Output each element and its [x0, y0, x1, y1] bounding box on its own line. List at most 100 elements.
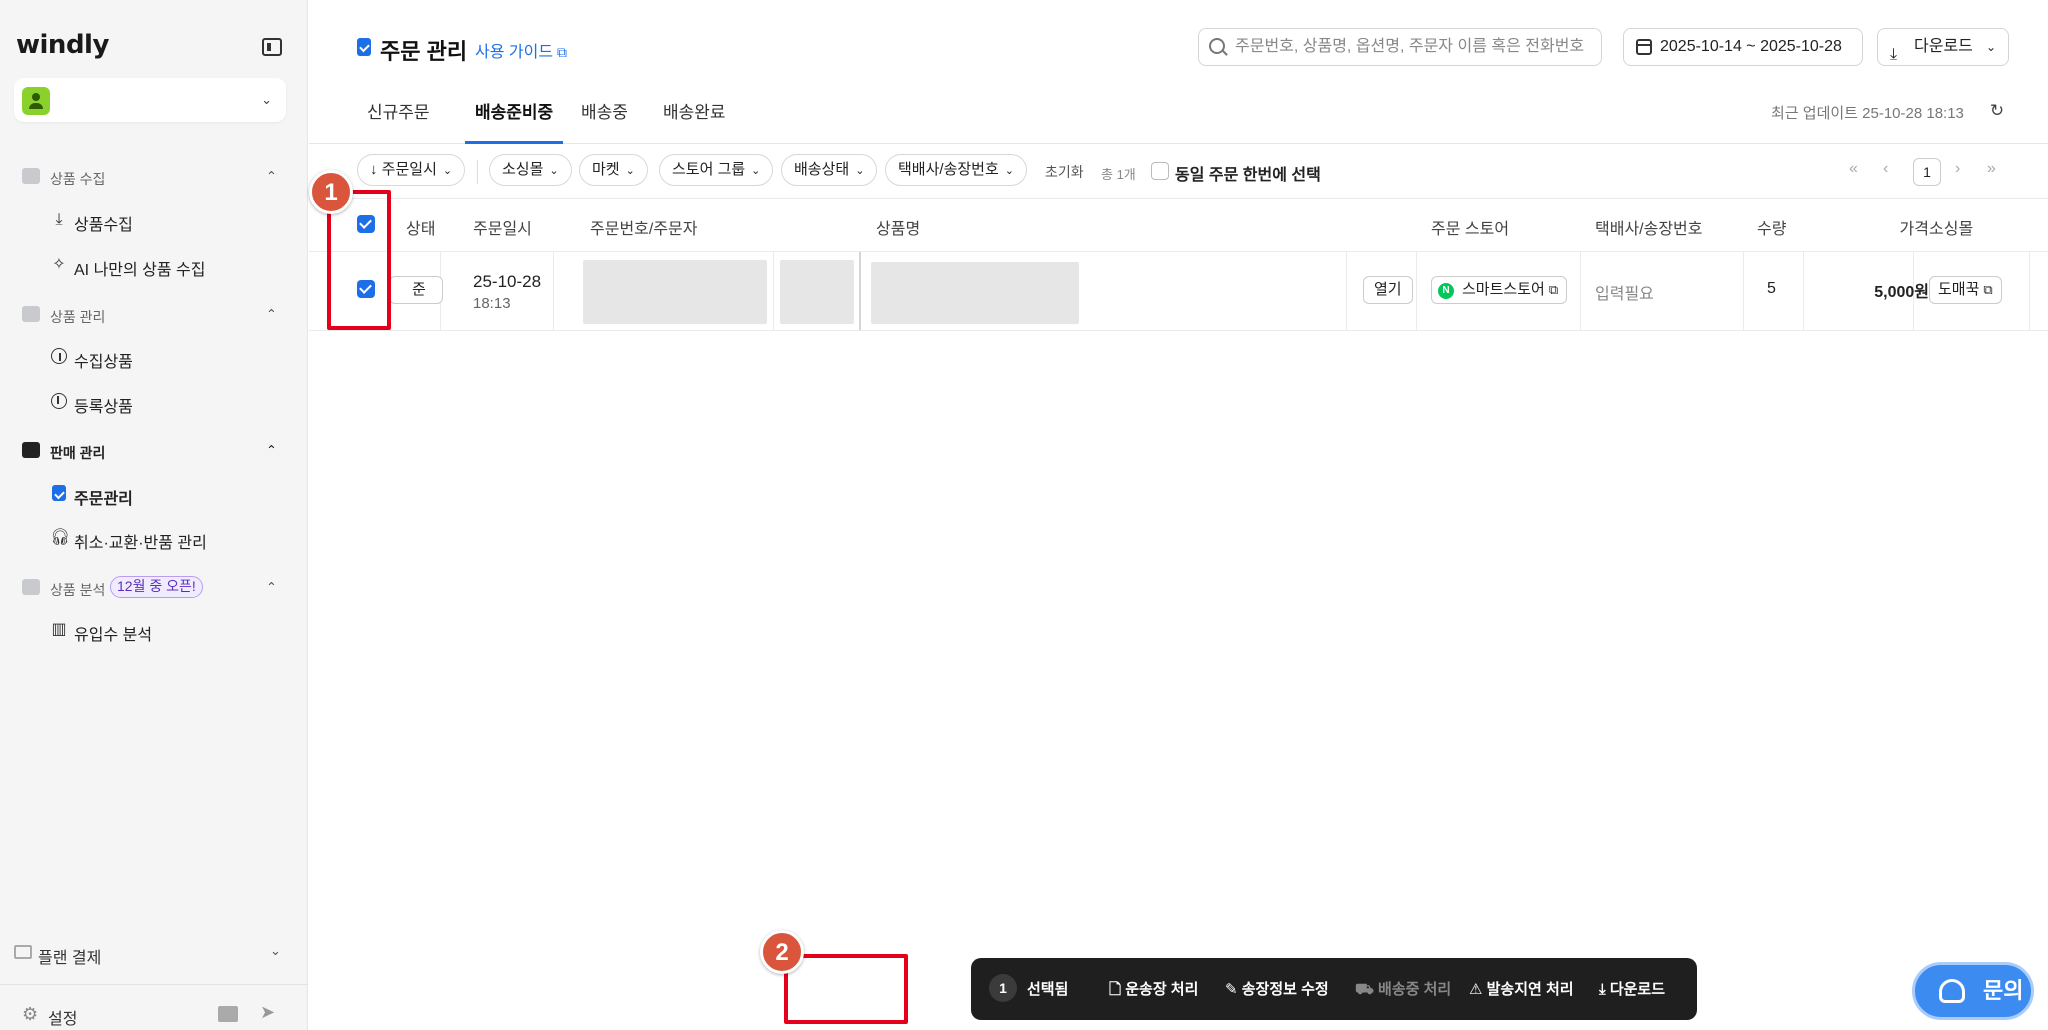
gift-icon	[22, 306, 40, 322]
chevron-down-icon: ⌄	[549, 165, 559, 177]
last-page-icon[interactable]: »	[1987, 160, 1996, 178]
sidebar-item-collected[interactable]: 수집상품	[0, 340, 308, 374]
filter-sourcing-mall[interactable]: 소싱몰 ⌄	[489, 154, 572, 186]
bulk-download-button[interactable]: ⤓ 다운로드	[1599, 978, 1665, 999]
same-order-label[interactable]: 동일 주문 한번에 선택	[1175, 161, 1321, 185]
filter-store-group[interactable]: 스토어 그룹 ⌄	[659, 154, 774, 186]
sidebar-item-label: 유입수 분석	[74, 627, 153, 644]
headset-icon: 🎧︎	[50, 529, 71, 546]
col-courier: 택배사/송장번호	[1595, 221, 1703, 238]
settings-link[interactable]: 설정	[48, 1005, 77, 1029]
chevron-down-icon: ⌄	[751, 165, 761, 177]
chevron-down-icon: ⌄	[625, 165, 635, 177]
tab-shipping[interactable]: 배송중	[581, 98, 628, 144]
tracking-status: 입력필요	[1595, 286, 1654, 303]
sort-order-date[interactable]: ↓ 주문일시 ⌄	[357, 154, 466, 186]
delay-label: 발송지연 처리	[1486, 981, 1574, 998]
prev-page-icon[interactable]: ‹	[1883, 160, 1888, 178]
plan-payment[interactable]: 플랜 결제 ⌄	[0, 938, 308, 968]
box-icon	[22, 168, 40, 184]
delay-button[interactable]: ⚠ 발송지연 처리	[1469, 978, 1574, 999]
reset-button[interactable]: 초기화	[1045, 162, 1084, 182]
store-label: 스마트스토어	[1462, 281, 1545, 298]
inquiry-button[interactable]: 문의	[1912, 962, 2034, 1020]
store-link[interactable]: N 스마트스토어 ⧉	[1431, 276, 1568, 304]
col-order-date: 주문일시	[473, 221, 532, 238]
bulk-action-bar: 1 선택됨 🗋 운송장 처리 ✎ 송장정보 수정 ⛟ 배송중 처리 ⚠ 발송지연…	[971, 958, 1697, 1020]
avatar	[22, 87, 50, 115]
tab-preparing[interactable]: 배송준비중	[465, 98, 564, 144]
status-badge: 준비	[389, 276, 443, 304]
nav-section-label: 상품 분석	[50, 582, 106, 598]
sidebar-item-returns[interactable]: 🎧︎ 취소·교환·반품 관리	[0, 521, 308, 555]
sidebar-collapse-icon[interactable]	[262, 38, 282, 56]
filter-label: 마켓	[592, 161, 620, 178]
filter-courier[interactable]: 택배사/송장번호 ⌄	[885, 154, 1027, 186]
workspace-selector[interactable]: ⌄	[14, 78, 286, 122]
waybill-button[interactable]: 🗋 운송장 처리	[1109, 978, 1198, 1004]
table-header: 상태 주문일시 주문번호/주문자 상품명 주문 스토어 택배사/송장번호 수량 …	[309, 198, 2048, 252]
waybill-label: 운송장 처리	[1125, 981, 1199, 998]
filter-bar: ↓ 주문일시 ⌄ 소싱몰 ⌄ 마켓 ⌄ 스토어 그룹 ⌄ 배송상태 ⌄ 택배사/송장번호 ⌄…	[309, 150, 2048, 194]
edit-invoice-button[interactable]: ✎ 송장정보 수정	[1225, 978, 1329, 999]
sidebar-item-label: 상품수집	[74, 217, 133, 234]
search-input[interactable]	[1235, 35, 1595, 59]
sidebar-item-label: 주문관리	[74, 491, 133, 508]
send-icon[interactable]: ➤	[260, 1002, 275, 1023]
refresh-icon[interactable]: ↻	[1983, 98, 2011, 124]
search-box	[1198, 28, 1602, 66]
open-button[interactable]: 열기	[1363, 276, 1413, 304]
external-link-icon: ⧉	[1983, 282, 1993, 297]
guide-link[interactable]: 사용 가이드 ⧉	[475, 38, 567, 62]
highlight-box-waybill	[784, 954, 908, 1024]
coming-soon-badge: 12월 중 오픈!	[110, 576, 203, 598]
book-icon[interactable]	[218, 1006, 238, 1022]
headset-icon	[1939, 979, 1965, 1003]
chevron-up-icon: ⌄	[266, 168, 277, 183]
naver-icon: N	[1438, 283, 1454, 299]
nav-section-label: 판매 관리	[50, 445, 106, 461]
sidebar-item-orders[interactable]: 주문관리	[0, 477, 308, 511]
date-range-button[interactable]: 2025-10-14 ~ 2025-10-28	[1623, 28, 1863, 66]
col-product-name: 상품명	[876, 221, 921, 238]
next-page-icon[interactable]: ›	[1955, 160, 1960, 178]
guide-label: 사용 가이드	[475, 44, 554, 61]
sidebar-item-traffic[interactable]: ▥ 유입수 분석	[0, 613, 308, 647]
first-page-icon[interactable]: «	[1849, 160, 1858, 178]
sidebar-item-registered[interactable]: 등록상품	[0, 385, 308, 419]
inquiry-label: 문의	[1983, 978, 2024, 1003]
gear-icon[interactable]: ⚙	[22, 1004, 38, 1025]
sourcing-mall-link[interactable]: 도매꾹 ⧉	[1929, 276, 2002, 304]
col-quantity: 수량	[1757, 221, 1787, 238]
filter-market[interactable]: 마켓 ⌄	[579, 154, 648, 186]
step-marker-2: 2	[760, 930, 804, 974]
same-order-checkbox[interactable]	[1151, 162, 1169, 180]
nav-section-product[interactable]: 상품 관리 ⌄	[0, 300, 308, 330]
filter-label: 택배사/송장번호	[898, 161, 999, 178]
chevron-up-icon: ⌄	[266, 442, 277, 457]
filter-delivery-status[interactable]: 배송상태 ⌄	[781, 154, 878, 186]
nav-section-sales[interactable]: 판매 관리 ⌄	[0, 436, 308, 466]
chevron-up-icon: ⌄	[266, 579, 277, 594]
tab-new-orders[interactable]: 신규주문	[367, 98, 430, 144]
mall-label: 도매꾹	[1938, 281, 1980, 298]
download-dropdown[interactable]: ⤓ 다운로드 ⌄	[1877, 28, 2009, 66]
filter-label: 스토어 그룹	[672, 161, 746, 178]
table-row[interactable]: 준비 25-10-28 18:13 열기 N 스마트스토어⧉ 입력필요 5 5,…	[309, 252, 2048, 331]
calendar-icon	[1636, 39, 1652, 55]
mark-shipping-button[interactable]: ⛟ 배송중 처리	[1355, 978, 1451, 1000]
page-number[interactable]: 1	[1913, 158, 1941, 186]
filter-label: 소싱몰	[502, 161, 544, 178]
logo[interactable]: windly	[16, 30, 109, 60]
sidebar-item-label: 취소·교환·반품 관리	[74, 535, 207, 552]
nav-section-collect[interactable]: 상품 수집 ⌄	[0, 162, 308, 192]
sidebar-item-ai-collect[interactable]: ✧ AI 나만의 상품 수집	[0, 248, 308, 282]
settings-row: ⚙ 설정 ➤	[0, 1000, 308, 1030]
sidebar-item-collect[interactable]: ⤓ 상품수집	[0, 203, 308, 237]
tab-delivered[interactable]: 배송완료	[663, 98, 726, 144]
download-icon: ⤓	[1890, 46, 1898, 63]
clipboard-check-icon	[50, 485, 68, 503]
nav-section-analysis[interactable]: 상품 분석 12월 중 오픈! ⌄	[0, 573, 308, 603]
date-range-label: 2025-10-14 ~ 2025-10-28	[1660, 38, 1842, 55]
download-icon: ⤓	[1599, 981, 1610, 998]
